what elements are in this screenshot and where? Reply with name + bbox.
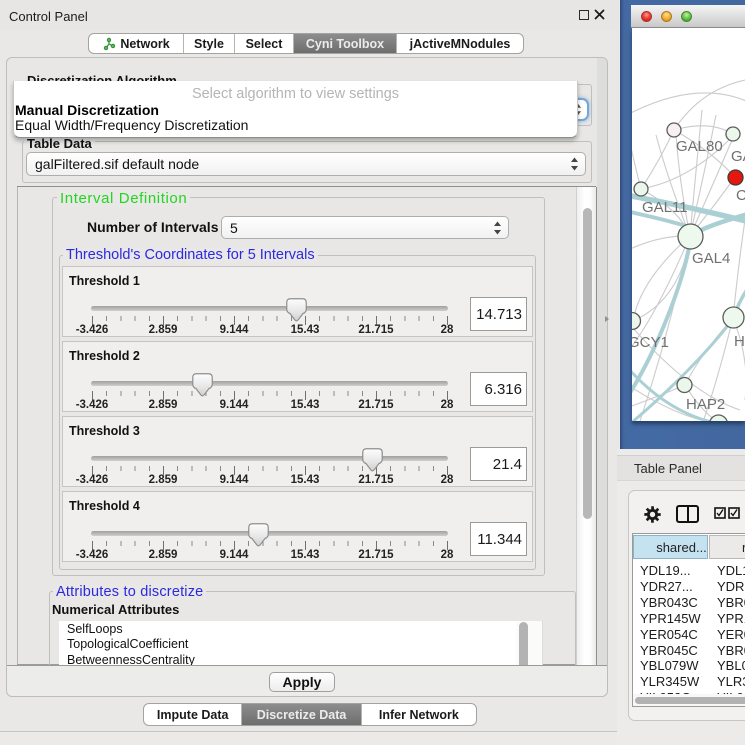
svg-text:CY: CY: [736, 187, 745, 204]
svg-text:GAL4: GAL4: [692, 250, 730, 267]
svg-text:GCY1: GCY1: [632, 334, 669, 351]
svg-text:HAP2: HAP2: [686, 396, 725, 413]
svg-text:GA: GA: [731, 148, 745, 165]
svg-text:GAL80: GAL80: [676, 138, 723, 155]
svg-text:GAL11: GAL11: [642, 199, 688, 216]
svg-text:H: H: [734, 333, 745, 350]
